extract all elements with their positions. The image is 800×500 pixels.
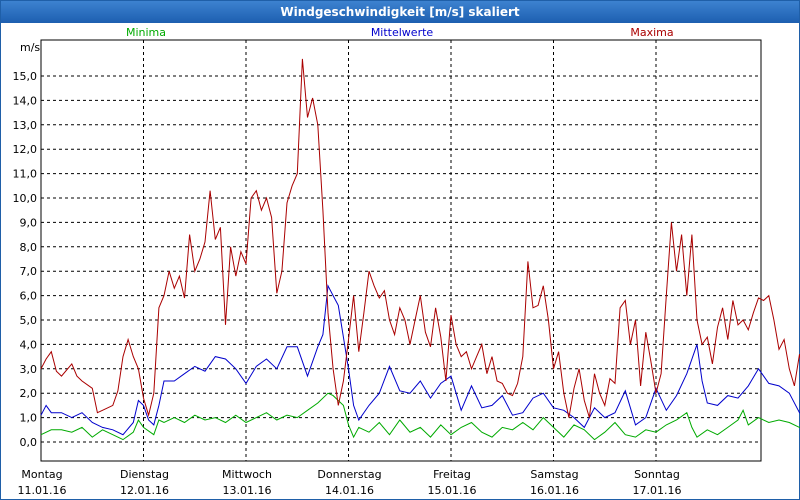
legend-minima: Minima	[126, 26, 166, 39]
x-tick-day: Freitag	[433, 468, 471, 481]
x-tick-date: 11.01.16	[18, 484, 67, 497]
x-tick-date: 13.01.16	[223, 484, 272, 497]
y-tick-label: 14,0	[13, 94, 38, 107]
y-tick-label: 5,0	[20, 314, 38, 327]
y-tick-label: 3,0	[20, 363, 38, 376]
y-tick-label: 15,0	[13, 70, 38, 83]
x-tick-day: Montag	[21, 468, 62, 481]
y-tick-label: 4,0	[20, 338, 38, 351]
x-tick-day: Samstag	[530, 468, 578, 481]
y-tick-label: 2,0	[20, 387, 38, 400]
y-tick-label: 10,0	[13, 192, 38, 205]
y-tick-label: 6,0	[20, 290, 38, 303]
x-tick-date: 16.01.16	[530, 484, 579, 497]
y-tick-label: 0,0	[20, 436, 38, 449]
x-tick-date: 12.01.16	[120, 484, 169, 497]
y-tick-label: 12,0	[13, 143, 38, 156]
x-tick-date: 14.01.16	[325, 484, 374, 497]
y-tick-label: 13,0	[13, 119, 38, 132]
legend-mittelwerte: Mittelwerte	[371, 26, 434, 39]
x-tick-date: 17.01.16	[633, 484, 682, 497]
wind-speed-chart: 0,0 1,0 2,0 3,0 4,0 5,0 6,0 7,0 8,0 9,0 10,0 11,0 12…	[13, 26, 800, 497]
legend-maxima: Maxima	[630, 26, 673, 39]
x-tick-day: Dienstag	[120, 468, 169, 481]
y-axis-ticks: 0,0 1,0 2,0 3,0 4,0 5,0 6,0 7,0 8,0 9,0 10,0 11,0 12…	[13, 70, 38, 449]
y-tick-label: 1,0	[20, 412, 38, 425]
x-tick-day: Mittwoch	[222, 468, 272, 481]
y-tick-label: 8,0	[20, 241, 38, 254]
x-tick-day: Donnerstag	[317, 468, 381, 481]
x-tick-date: 15.01.16	[428, 484, 477, 497]
x-tick-day: Sonntag	[634, 468, 680, 481]
y-axis-unit: m/s	[20, 41, 40, 54]
y-tick-label: 9,0	[20, 216, 38, 229]
y-tick-label: 7,0	[20, 265, 38, 278]
y-tick-label: 11,0	[13, 168, 38, 181]
x-axis-ticks: Montag 11.01.16 Dienstag 12.01.16 Mittwoch 13…	[18, 468, 682, 497]
